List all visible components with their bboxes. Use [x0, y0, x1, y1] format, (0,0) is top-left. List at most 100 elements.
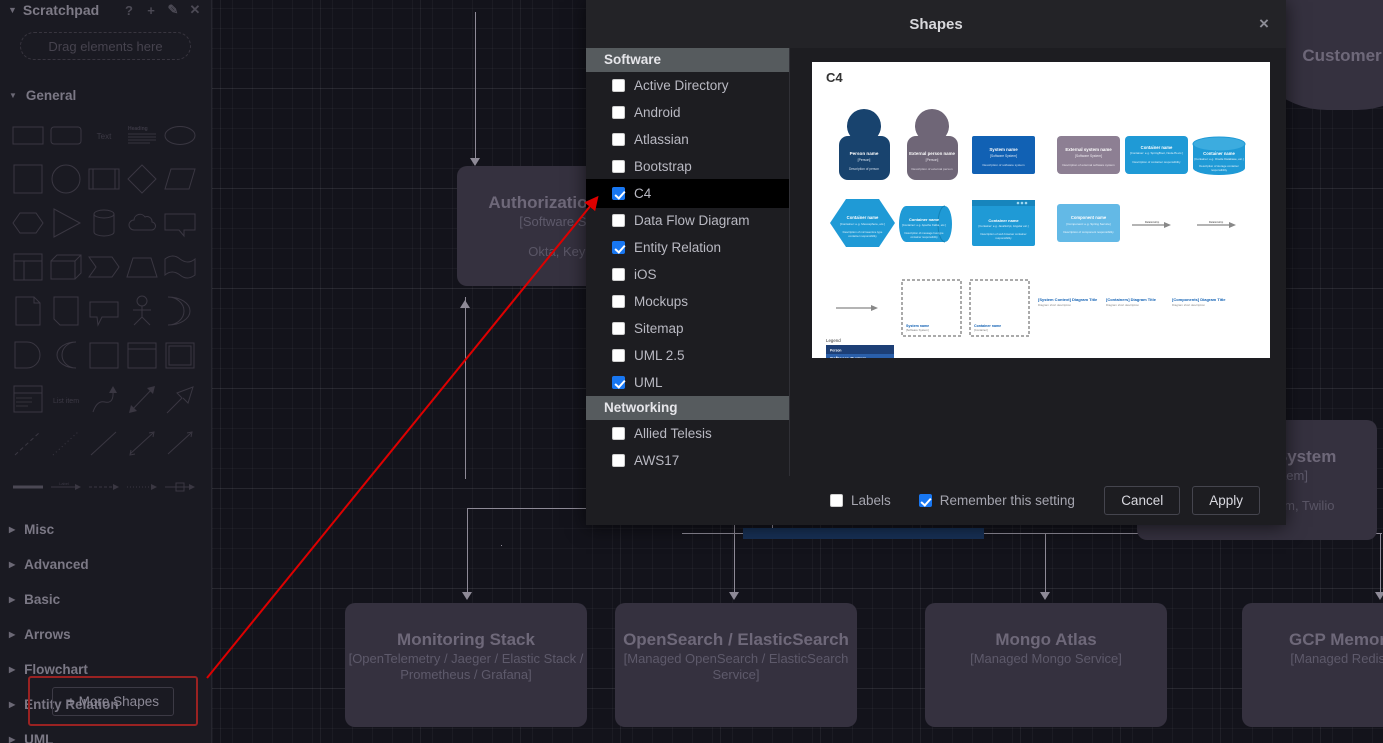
shape-tape[interactable]	[164, 250, 196, 284]
shape-arrow-with-box[interactable]	[164, 470, 196, 504]
shape-curved-arrow[interactable]	[88, 382, 120, 416]
close-icon[interactable]: ✕	[187, 2, 203, 18]
shape-ellipse[interactable]	[164, 118, 196, 152]
library-item-uml-25[interactable]: UML 2.5	[586, 342, 789, 369]
shape-block-arrow[interactable]	[164, 382, 196, 416]
shape-dashed-line[interactable]	[12, 426, 44, 460]
checkbox[interactable]	[612, 187, 625, 200]
canvas-node-opensearch[interactable]: OpenSearch / ElasticSearch [Managed Open…	[615, 603, 857, 727]
library-item-ios[interactable]: iOS	[586, 261, 789, 288]
shape-bordered-box[interactable]	[164, 338, 196, 372]
checkbox[interactable]	[612, 106, 625, 119]
checkbox[interactable]	[612, 133, 625, 146]
checkbox[interactable]	[612, 427, 625, 440]
library-item-aws17[interactable]: AWS17	[586, 447, 789, 474]
shape-cube[interactable]	[50, 250, 82, 284]
canvas-node-gcp-memorystore[interactable]: GCP Memorystore [Managed Redis Service]	[1242, 603, 1383, 727]
shape-heading[interactable]: Heading	[126, 118, 158, 152]
shape-callout[interactable]	[164, 206, 196, 240]
shape-triangle[interactable]	[50, 206, 82, 240]
checkbox[interactable]	[612, 349, 625, 362]
library-item-bootstrap[interactable]: Bootstrap	[586, 153, 789, 180]
shape-titled-box[interactable]	[126, 338, 158, 372]
shape-double-arrow[interactable]	[126, 382, 158, 416]
plus-icon[interactable]: +	[143, 3, 159, 18]
library-item-data-flow-diagram[interactable]: Data Flow Diagram	[586, 207, 789, 234]
shape-directional-line[interactable]	[164, 426, 196, 460]
edit-icon[interactable]: ✎	[165, 2, 181, 18]
library-item-allied-telesis[interactable]: Allied Telesis	[586, 420, 789, 447]
library-item-mockups[interactable]: Mockups	[586, 288, 789, 315]
shape-cloud[interactable]	[126, 206, 158, 240]
cancel-button[interactable]: Cancel	[1104, 486, 1181, 515]
shape-rectangle[interactable]	[12, 118, 44, 152]
library-item-entity-relation[interactable]: Entity Relation	[586, 234, 789, 261]
shape-actor[interactable]	[126, 294, 158, 328]
shape-process[interactable]	[88, 162, 120, 196]
shape-square[interactable]	[12, 162, 44, 196]
shape-crescent[interactable]	[50, 338, 82, 372]
checkbox[interactable]	[612, 376, 625, 389]
shape-rounded-rectangle[interactable]	[50, 118, 82, 152]
item-label: Allied Telesis	[634, 426, 712, 441]
shape-trapezoid[interactable]	[126, 250, 158, 284]
library-item-active-directory[interactable]: Active Directory	[586, 72, 789, 99]
checkbox[interactable]	[918, 494, 932, 507]
checkbox[interactable]	[612, 295, 625, 308]
help-icon[interactable]: ?	[121, 3, 137, 18]
more-shapes-button[interactable]: + More Shapes	[52, 686, 174, 716]
shape-hexagon[interactable]	[12, 206, 44, 240]
shape-list-item[interactable]: List item	[50, 382, 82, 416]
chevron-down-icon[interactable]: ▼	[8, 5, 17, 15]
shape-thick-line[interactable]	[12, 470, 44, 504]
library-item-c4[interactable]: C4	[586, 179, 789, 208]
shape-diamond[interactable]	[126, 162, 158, 196]
shape-parallelogram[interactable]	[164, 162, 196, 196]
checkbox[interactable]	[612, 268, 625, 281]
checkbox[interactable]	[612, 454, 625, 467]
canvas-node-monitoring-stack[interactable]: Monitoring Stack [OpenTelemetry / Jaeger…	[345, 603, 587, 727]
library-item-sitemap[interactable]: Sitemap	[586, 315, 789, 342]
shape-delay[interactable]	[12, 338, 44, 372]
shape-dashed-labeled-arrow[interactable]	[88, 470, 120, 504]
shape-half-circle[interactable]	[164, 294, 196, 328]
shape-bidirectional-line[interactable]	[126, 426, 158, 460]
shape-square-2[interactable]	[88, 338, 120, 372]
checkbox[interactable]	[830, 494, 843, 507]
canvas-node-mongo-atlas[interactable]: Mongo Atlas [Managed Mongo Service]	[925, 603, 1167, 727]
sidebar-section-basic[interactable]: ▶ Basic	[0, 582, 211, 617]
shape-note[interactable]	[50, 294, 82, 328]
checkbox[interactable]	[612, 214, 625, 227]
library-item-android[interactable]: Android	[586, 99, 789, 126]
shape-labeled-arrow[interactable]: Label	[50, 470, 82, 504]
shape-speech-bubble[interactable]	[88, 294, 120, 328]
apply-button[interactable]: Apply	[1192, 486, 1260, 515]
shape-dotted-line[interactable]	[50, 426, 82, 460]
shape-document[interactable]	[12, 294, 44, 328]
shape-list[interactable]	[12, 382, 44, 416]
sidebar-section-arrows[interactable]: ▶ Arrows	[0, 617, 211, 652]
labels-checkbox-row[interactable]: Labels	[830, 493, 891, 508]
shape-text[interactable]: Text	[88, 118, 120, 152]
shape-line[interactable]	[88, 426, 120, 460]
shape-step[interactable]	[88, 250, 120, 284]
checkbox[interactable]	[612, 160, 625, 173]
shape-table[interactable]	[12, 250, 44, 284]
shape-dotted-labeled-arrow[interactable]	[126, 470, 158, 504]
selected-node-bar[interactable]	[743, 528, 984, 539]
sidebar-section-misc[interactable]: ▶ Misc	[0, 512, 211, 547]
scratchpad-dropzone[interactable]: Drag elements here	[20, 32, 191, 60]
shape-circle[interactable]	[50, 162, 82, 196]
sidebar-section-general[interactable]: ▼ General	[0, 78, 211, 112]
library-item-atlassian[interactable]: Atlassian	[586, 126, 789, 153]
checkbox[interactable]	[612, 241, 625, 254]
remember-setting-checkbox-row[interactable]: Remember this setting	[918, 493, 1075, 508]
checkbox[interactable]	[612, 79, 625, 92]
shape-cylinder[interactable]	[88, 206, 120, 240]
dialog-body: Software Active Directory Android Atlass…	[586, 48, 1286, 476]
library-item-uml[interactable]: UML	[586, 369, 789, 396]
close-icon[interactable]: ×	[1254, 14, 1274, 34]
checkbox[interactable]	[612, 322, 625, 335]
shape-library-list[interactable]: Software Active Directory Android Atlass…	[586, 48, 790, 476]
sidebar-section-advanced[interactable]: ▶ Advanced	[0, 547, 211, 582]
